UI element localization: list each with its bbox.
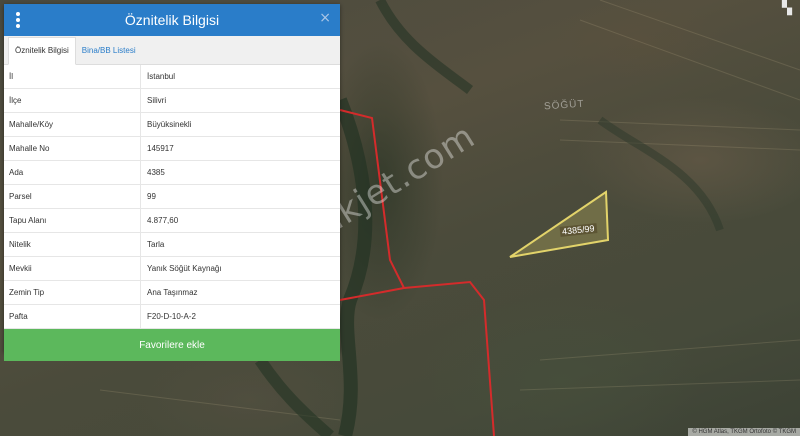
table-row: Ada 4385 bbox=[4, 161, 340, 185]
row-value: 99 bbox=[147, 192, 156, 201]
add-to-favorites-button[interactable]: Favorilere ekle bbox=[4, 329, 340, 361]
row-value: 4.877,60 bbox=[147, 216, 179, 225]
tab-bar: Öznitelik Bilgisi Bina/BB Listesi bbox=[4, 36, 340, 65]
attribute-panel: Öznitelik Bilgisi × Öznitelik Bilgisi Bi… bbox=[4, 4, 340, 361]
table-row: Mevkii Yanık Söğüt Kaynağı bbox=[4, 257, 340, 281]
table-row: Parsel 99 bbox=[4, 185, 340, 209]
table-row: Mahalle/Köy Büyüksinekli bbox=[4, 113, 340, 137]
tab-building-list[interactable]: Bina/BB Listesi bbox=[76, 38, 142, 64]
row-value: F20-D-10-A-2 bbox=[147, 312, 196, 321]
table-row: Tapu Alanı 4.877,60 bbox=[4, 209, 340, 233]
close-icon[interactable]: × bbox=[319, 10, 331, 26]
table-row: İlçe Silivri bbox=[4, 89, 340, 113]
table-row: Nitelik Tarla bbox=[4, 233, 340, 257]
row-value: Yanık Söğüt Kaynağı bbox=[147, 264, 222, 273]
row-key: İl bbox=[4, 65, 141, 88]
row-value: Ana Taşınmaz bbox=[147, 288, 198, 297]
row-key: Tapu Alanı bbox=[4, 209, 141, 232]
map-attribution: © HGM Atlas, TKGM Ortofoto © TKGM bbox=[688, 428, 800, 436]
row-key: Mahalle No bbox=[4, 137, 141, 160]
attribute-table: İl İstanbul İlçe Silivri Mahalle/Köy Büyüks… bbox=[4, 65, 340, 329]
panel-header: Öznitelik Bilgisi × bbox=[4, 4, 340, 36]
row-key: Zemin Tip bbox=[4, 281, 141, 304]
panel-title: Öznitelik Bilgisi bbox=[124, 12, 220, 28]
table-row: Zemin Tip Ana Taşınmaz bbox=[4, 281, 340, 305]
row-value: 4385 bbox=[147, 168, 165, 177]
row-key: Nitelik bbox=[4, 233, 141, 256]
row-value: Tarla bbox=[147, 240, 165, 249]
row-key: Ada bbox=[4, 161, 141, 184]
table-row: Pafta F20-D-10-A-2 bbox=[4, 305, 340, 329]
row-value: Büyüksinekli bbox=[147, 120, 192, 129]
row-key: Mevkii bbox=[4, 257, 141, 280]
row-key: Mahalle/Köy bbox=[4, 113, 141, 136]
tab-attributes[interactable]: Öznitelik Bilgisi bbox=[8, 37, 76, 65]
table-row: Mahalle No 145917 bbox=[4, 137, 340, 161]
row-key: İlçe bbox=[4, 89, 141, 112]
row-key: Parsel bbox=[4, 185, 141, 208]
grid-icon[interactable]: ▚ bbox=[782, 0, 792, 16]
row-value: Silivri bbox=[147, 96, 167, 105]
table-row: İl İstanbul bbox=[4, 65, 340, 89]
kebab-menu-icon[interactable] bbox=[16, 12, 20, 28]
row-value: İstanbul bbox=[147, 72, 176, 81]
row-value: 145917 bbox=[147, 144, 174, 153]
row-key: Pafta bbox=[4, 305, 141, 328]
